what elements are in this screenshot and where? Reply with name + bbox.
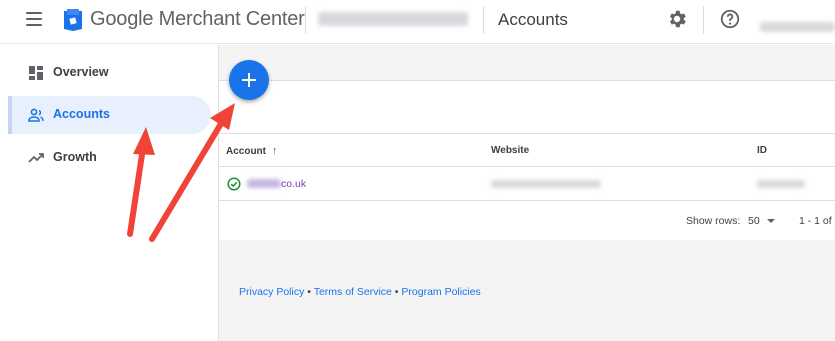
show-rows-label: Show rows: <box>686 215 741 227</box>
sidebar-item-growth[interactable]: Growth <box>8 139 211 177</box>
help-icon[interactable] <box>719 8 741 30</box>
id-redacted <box>757 180 805 188</box>
brand-product: Merchant Center <box>158 8 305 30</box>
footer-links: Privacy Policy • Terms of Service • Prog… <box>239 286 481 298</box>
pagination-range: 1 - 1 of <box>799 215 832 227</box>
column-header-account[interactable]: Account ↑ <box>226 145 278 157</box>
sidebar-item-overview[interactable]: Overview <box>8 54 211 92</box>
settings-gear-icon[interactable] <box>666 8 688 30</box>
header-divider <box>483 6 484 34</box>
privacy-policy-link[interactable]: Privacy Policy <box>239 286 304 298</box>
sidebar-item-accounts[interactable]: Accounts <box>8 96 211 134</box>
footer-separator: • <box>304 286 314 298</box>
account-name-link[interactable]: co.uk <box>281 178 306 190</box>
column-header-website[interactable]: Website <box>491 145 529 156</box>
sidebar-item-label: Accounts <box>53 107 110 121</box>
chevron-down-icon <box>766 219 775 224</box>
sidebar-item-label: Overview <box>53 65 109 79</box>
user-email-redacted[interactable] <box>760 22 835 32</box>
dashboard-icon <box>29 66 43 80</box>
menu-icon[interactable] <box>26 12 42 26</box>
check-circle-icon <box>227 177 241 191</box>
column-header-id[interactable]: ID <box>757 145 767 156</box>
terms-of-service-link[interactable]: Terms of Service <box>314 286 392 298</box>
header-divider <box>305 6 306 34</box>
account-switcher-redacted[interactable] <box>318 12 468 26</box>
header-divider <box>703 6 704 34</box>
footer-separator: • <box>391 286 402 298</box>
column-header-label: Account <box>226 146 266 157</box>
merchant-center-logo-icon <box>64 9 82 31</box>
people-icon <box>28 108 44 122</box>
add-account-button[interactable] <box>229 60 269 100</box>
rows-per-page-value: 50 <box>748 215 760 227</box>
rows-per-page-select[interactable]: 50 <box>748 215 775 227</box>
active-nav-indicator <box>8 96 12 134</box>
website-redacted <box>491 180 601 188</box>
table-row: co.uk <box>219 167 835 201</box>
table-header-row: Account ↑ Website ID <box>219 133 835 167</box>
sort-arrow-up-icon[interactable]: ↑ <box>272 145 278 157</box>
product-name: Google Merchant Center <box>90 8 305 31</box>
trending-up-icon <box>28 153 44 163</box>
page-title: Accounts <box>498 10 568 29</box>
program-policies-link[interactable]: Program Policies <box>401 286 480 298</box>
top-app-bar: Google Merchant Center Accounts <box>0 0 835 44</box>
accounts-table-card: Account ↑ Website ID co.uk Show rows: 50 … <box>219 80 835 240</box>
brand-google: Google <box>90 8 154 30</box>
sidebar-item-label: Growth <box>53 150 97 164</box>
account-name-redacted <box>247 179 281 188</box>
